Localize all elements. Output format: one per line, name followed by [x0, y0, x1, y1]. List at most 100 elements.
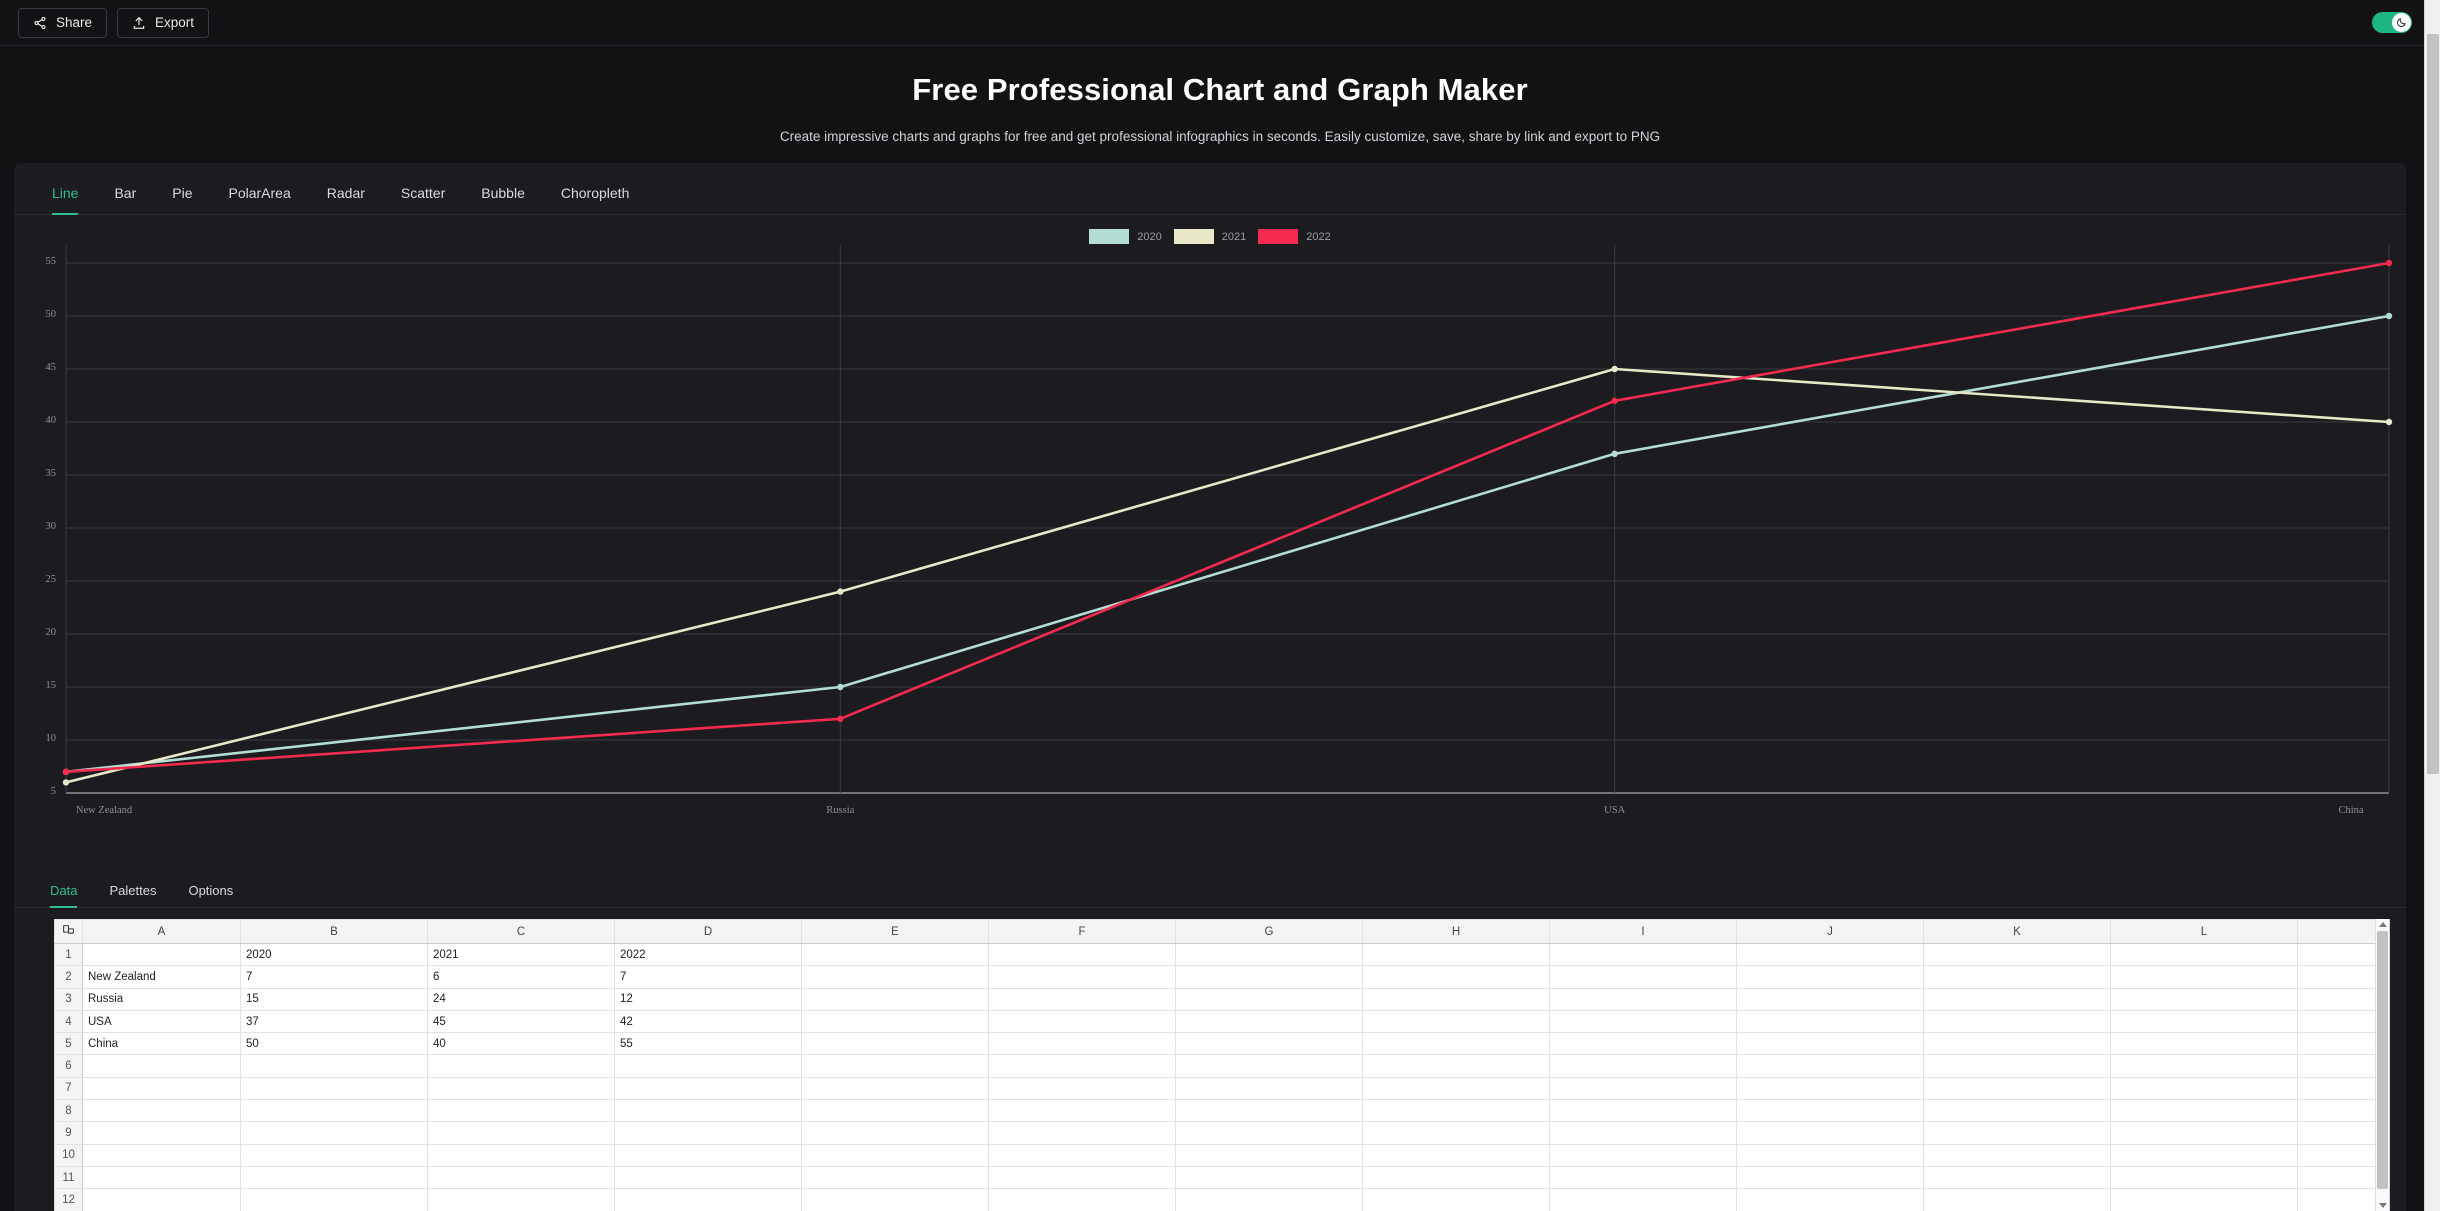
cell-L10[interactable] — [2110, 1143, 2298, 1167]
cell-D1[interactable]: 2022 — [614, 942, 802, 967]
spreadsheet[interactable]: ABCDEFGHIJKLMNO 12020202120222New Zealan… — [54, 919, 2390, 1211]
cell-C3[interactable]: 24 — [427, 987, 615, 1011]
cell-H11[interactable] — [1362, 1165, 1550, 1190]
row-header-6[interactable]: 6 — [54, 1054, 83, 1078]
cell-B3[interactable]: 15 — [240, 987, 428, 1011]
cell-J9[interactable] — [1736, 1121, 1924, 1145]
row-header-11[interactable]: 11 — [54, 1165, 83, 1190]
column-header-G[interactable]: G — [1175, 919, 1363, 944]
cell-E4[interactable] — [801, 1009, 989, 1034]
panel-tab-options[interactable]: Options — [172, 883, 249, 907]
cell-A7[interactable] — [82, 1076, 241, 1101]
cell-A2[interactable]: New Zealand — [82, 965, 241, 989]
datapoint-2021-China[interactable] — [2385, 418, 2393, 426]
tab-radar[interactable]: Radar — [309, 185, 383, 214]
cell-I3[interactable] — [1549, 987, 1737, 1011]
theme-toggle-track[interactable] — [2372, 12, 2412, 33]
cell-A9[interactable] — [82, 1121, 241, 1145]
column-header-C[interactable]: C — [427, 919, 615, 944]
cell-E6[interactable] — [801, 1054, 989, 1078]
tab-line[interactable]: Line — [38, 185, 96, 215]
cell-G1[interactable] — [1175, 942, 1363, 967]
cell-G9[interactable] — [1175, 1121, 1363, 1145]
share-button[interactable]: Share — [18, 7, 108, 38]
cell-C1[interactable]: 2021 — [427, 942, 615, 967]
cell-I10[interactable] — [1549, 1143, 1737, 1167]
cell-C10[interactable] — [427, 1143, 615, 1167]
cell-G6[interactable] — [1175, 1054, 1363, 1078]
cell-L11[interactable] — [2110, 1165, 2298, 1190]
cell-K1[interactable] — [1923, 942, 2111, 967]
scroll-down-arrow-icon[interactable] — [2379, 1203, 2387, 1208]
cell-K7[interactable] — [1923, 1076, 2111, 1101]
cell-D9[interactable] — [614, 1121, 802, 1145]
cell-E2[interactable] — [801, 965, 989, 989]
cell-K4[interactable] — [1923, 1009, 2111, 1034]
row-header-1[interactable]: 1 — [54, 942, 83, 967]
cell-K5[interactable] — [1923, 1032, 2111, 1056]
datapoint-2022-USA[interactable] — [1611, 397, 1618, 404]
datapoint-2022-Russia[interactable] — [837, 715, 844, 722]
cell-D12[interactable] — [614, 1188, 802, 1211]
cell-H5[interactable] — [1362, 1032, 1550, 1056]
cell-F10[interactable] — [988, 1143, 1176, 1167]
row-header-10[interactable]: 10 — [54, 1143, 83, 1167]
cell-E5[interactable] — [801, 1032, 989, 1056]
page-scrollbar[interactable] — [2424, 0, 2440, 1211]
cell-E12[interactable] — [801, 1188, 989, 1211]
cell-J4[interactable] — [1736, 1009, 1924, 1034]
cell-B7[interactable] — [240, 1076, 428, 1101]
cell-B2[interactable]: 7 — [240, 965, 428, 989]
cell-A10[interactable] — [82, 1143, 241, 1167]
cell-L5[interactable] — [2110, 1032, 2298, 1056]
cell-I11[interactable] — [1549, 1165, 1737, 1190]
cell-A3[interactable]: Russia — [82, 987, 241, 1011]
cell-K6[interactable] — [1923, 1054, 2111, 1078]
datapoint-2020-USA[interactable] — [1611, 450, 1618, 457]
cell-G4[interactable] — [1175, 1009, 1363, 1034]
cell-F9[interactable] — [988, 1121, 1176, 1145]
cell-A1[interactable] — [82, 942, 241, 967]
cell-K2[interactable] — [1923, 965, 2111, 989]
datapoint-2021-USA[interactable] — [1611, 365, 1618, 373]
cell-F5[interactable] — [988, 1032, 1176, 1056]
cell-G3[interactable] — [1175, 987, 1363, 1011]
cell-A12[interactable] — [82, 1188, 241, 1211]
datapoint-2021-New Zealand[interactable] — [62, 779, 70, 786]
cell-B8[interactable] — [240, 1099, 428, 1123]
datapoint-2022-China[interactable] — [2385, 259, 2393, 267]
cell-K8[interactable] — [1923, 1099, 2111, 1123]
cell-J1[interactable] — [1736, 942, 1924, 967]
cell-F1[interactable] — [988, 942, 1176, 967]
cell-D7[interactable] — [614, 1076, 802, 1101]
datapoint-2020-Russia[interactable] — [837, 683, 844, 691]
cell-G11[interactable] — [1175, 1165, 1363, 1190]
cell-D5[interactable]: 55 — [614, 1032, 802, 1056]
cell-E3[interactable] — [801, 987, 989, 1011]
cell-H6[interactable] — [1362, 1054, 1550, 1078]
cell-I7[interactable] — [1549, 1076, 1737, 1101]
cell-G12[interactable] — [1175, 1188, 1363, 1211]
row-header-8[interactable]: 8 — [54, 1099, 83, 1123]
cell-E8[interactable] — [801, 1099, 989, 1123]
cell-C8[interactable] — [427, 1099, 615, 1123]
cell-C6[interactable] — [427, 1054, 615, 1078]
cell-G2[interactable] — [1175, 965, 1363, 989]
cell-I9[interactable] — [1549, 1121, 1737, 1145]
cell-F11[interactable] — [988, 1165, 1176, 1190]
cell-L9[interactable] — [2110, 1121, 2298, 1145]
cell-G8[interactable] — [1175, 1099, 1363, 1123]
column-header-A[interactable]: A — [82, 919, 241, 944]
cell-L6[interactable] — [2110, 1054, 2298, 1078]
select-all-icon[interactable] — [54, 919, 83, 944]
datapoint-2021-Russia[interactable] — [837, 588, 844, 595]
cell-I8[interactable] — [1549, 1099, 1737, 1123]
cell-K10[interactable] — [1923, 1143, 2111, 1167]
cell-D10[interactable] — [614, 1143, 802, 1167]
cell-H2[interactable] — [1362, 965, 1550, 989]
cell-K3[interactable] — [1923, 987, 2111, 1011]
cell-J11[interactable] — [1736, 1165, 1924, 1190]
cell-A4[interactable]: USA — [82, 1009, 241, 1034]
cell-C9[interactable] — [427, 1121, 615, 1145]
column-header-E[interactable]: E — [801, 919, 989, 944]
